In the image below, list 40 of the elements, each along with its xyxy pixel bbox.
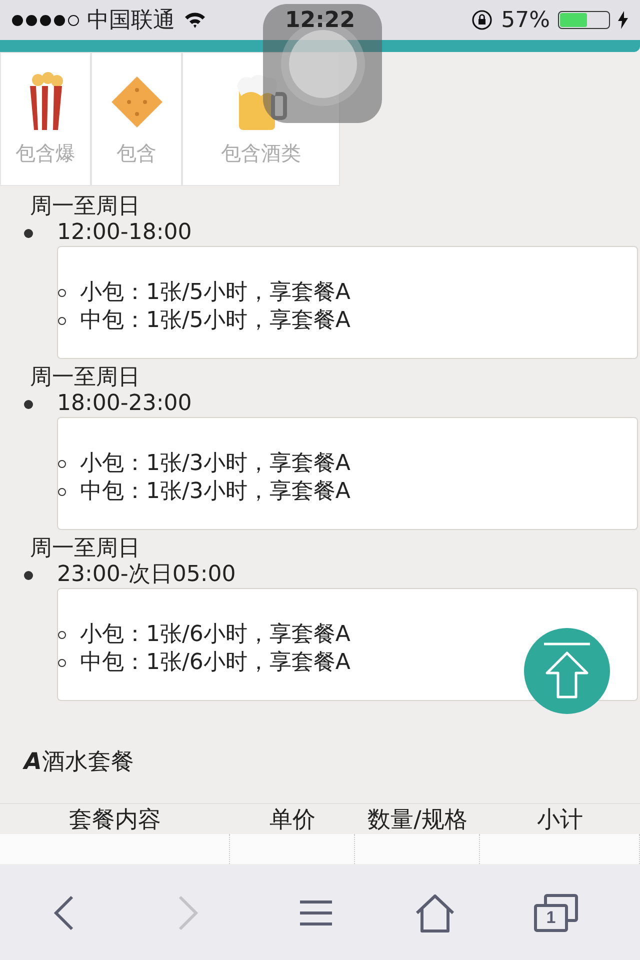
carrier-name: 中国联通	[87, 7, 175, 35]
room-rule: 小包：1张/5小时，享套餐A	[80, 278, 350, 306]
arrow-up-icon	[542, 641, 592, 701]
column-header: 数量/规格	[366, 806, 468, 834]
time-range: 12:00-18:00	[57, 220, 192, 246]
column-header: 套餐内容	[68, 806, 162, 834]
bullet-icon	[24, 570, 33, 580]
bullet-icon	[58, 316, 66, 324]
tabs-button[interactable]: 1	[530, 890, 582, 936]
room-rule: 小包：1张/3小时，享套餐A	[80, 450, 350, 478]
room-rule: 中包：1张/6小时，享套餐A	[80, 648, 350, 676]
clock-time: 12:22	[285, 8, 356, 34]
signal-icon	[12, 14, 79, 26]
time-range: 23:00-次日05:00	[57, 562, 236, 588]
bullet-icon	[58, 488, 66, 496]
battery-percent: 57%	[501, 8, 550, 32]
room-rule: 小包：1张/6小时，享套餐A	[80, 620, 350, 648]
battery-icon	[558, 11, 610, 29]
bullet-icon	[58, 460, 66, 468]
room-rule: 中包：1张/5小时，享套餐A	[80, 306, 350, 334]
bullet-icon	[58, 658, 66, 666]
time-range: 18:00-23:00	[57, 391, 192, 417]
days-label: 周一至周日	[29, 536, 141, 562]
charging-icon	[618, 11, 628, 29]
bullet-icon	[24, 228, 33, 238]
bullet-icon	[58, 288, 66, 296]
package-title: A酒水套餐	[22, 748, 135, 777]
feature-card[interactable]: 包含爆	[0, 52, 91, 186]
feature-card[interactable]: 包含	[91, 52, 182, 186]
column-header: 单价	[268, 806, 316, 834]
feature-card[interactable]: 包含酒类	[182, 52, 340, 186]
room-rule: 中包：1张/3小时，享套餐A	[80, 478, 350, 506]
assistive-touch-button[interactable]	[263, 4, 382, 123]
days-label: 周一至周日	[29, 365, 141, 391]
column-header: 小计	[536, 806, 584, 834]
bullet-icon	[24, 400, 33, 408]
days-label: 周一至周日	[29, 194, 141, 220]
wifi-icon	[183, 11, 207, 29]
rotation-lock-icon	[471, 9, 494, 31]
bullet-icon	[58, 630, 66, 638]
